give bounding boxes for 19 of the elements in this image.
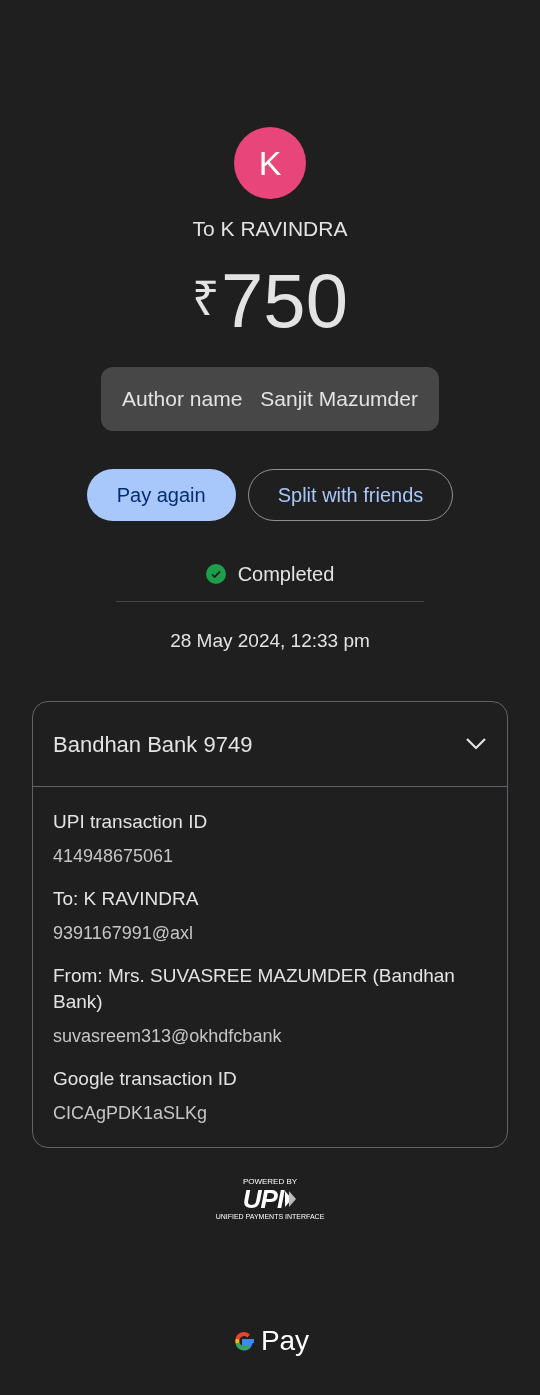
avatar: K bbox=[234, 127, 306, 199]
detail-value: suvasreem313@okhdfcbank bbox=[53, 1025, 283, 1048]
date-time: 28 May 2024, 12:33 pm bbox=[170, 628, 370, 653]
detail-label: To: K RAVINDRA bbox=[53, 887, 200, 911]
detail-value: CICAgPDK1aSLKg bbox=[53, 1102, 209, 1125]
pay-again-button[interactable]: Pay again bbox=[86, 468, 236, 521]
check-circle-icon bbox=[205, 563, 226, 584]
amount: ₹750 bbox=[192, 262, 348, 339]
gpay-logo-text: Pay bbox=[260, 1324, 310, 1358]
recipient-name: To K RAVINDRA bbox=[192, 216, 348, 242]
detail-label: Google transaction ID bbox=[53, 1067, 238, 1091]
note-value: Sanjit Mazumder bbox=[260, 385, 418, 412]
note-label: Author name bbox=[122, 385, 243, 412]
detail-value: 9391167991@axl bbox=[53, 922, 195, 945]
detail-value: 414948675061 bbox=[53, 845, 175, 868]
detail-label: UPI transaction ID bbox=[53, 810, 209, 834]
detail-label: From: Mrs. SUVASREE MAZUMDER (Bandhan Bank) bbox=[53, 964, 456, 1014]
status-label: Completed bbox=[237, 561, 335, 587]
account-header[interactable]: Bandhan Bank 9749 bbox=[33, 702, 507, 786]
